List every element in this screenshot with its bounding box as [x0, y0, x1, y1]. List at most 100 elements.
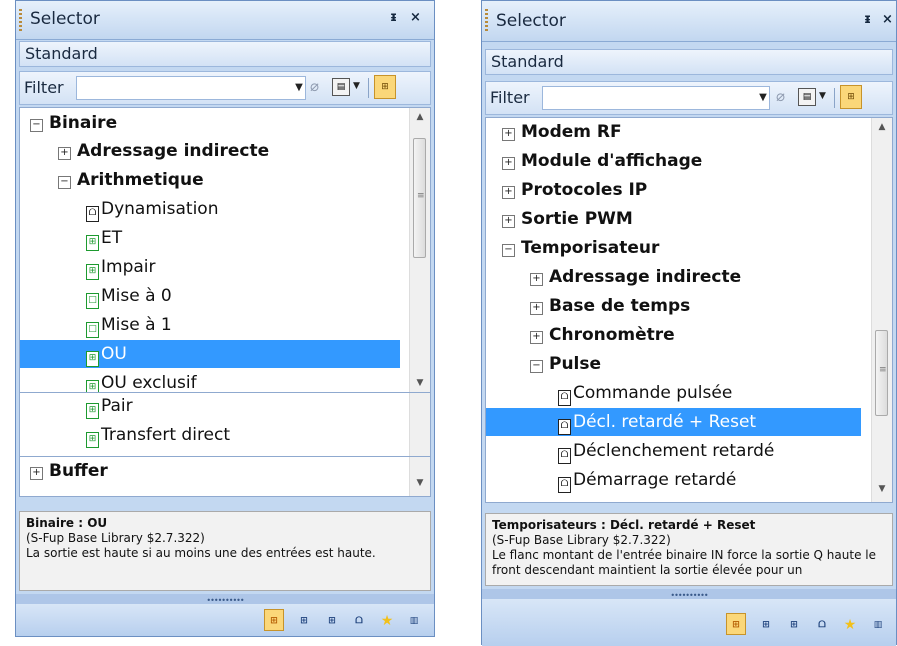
- fbox-c-icon[interactable]: ⊞: [784, 613, 804, 635]
- fbox-b-icon[interactable]: ⊞: [756, 613, 776, 635]
- fbox-a-icon[interactable]: ⊞: [726, 613, 746, 635]
- tree-node[interactable]: − Arithmetique: [58, 166, 204, 194]
- tree-node[interactable]: − Binaire: [30, 109, 117, 137]
- expand-icon[interactable]: +: [530, 273, 543, 286]
- filter-dropdown-icon[interactable]: ▼: [292, 79, 306, 97]
- fbox-a-icon[interactable]: ⊞: [264, 609, 284, 631]
- tree-leaf[interactable]: ᗝ Commande pulsée: [558, 379, 732, 407]
- expand-icon[interactable]: +: [502, 186, 515, 199]
- tree-leaf[interactable]: ⊞ OU exclusif: [86, 369, 197, 392]
- filter-input[interactable]: [76, 76, 306, 100]
- expand-icon[interactable]: +: [502, 157, 515, 170]
- library-tree: − Binaire + Adressage indirecte − Arithmeti…: [19, 107, 431, 393]
- library-icon[interactable]: ▥: [404, 609, 424, 631]
- block-green-icon: ⊞: [86, 432, 99, 448]
- tree-leaf[interactable]: □ Mise à 0: [86, 282, 172, 310]
- tree-scrollbar[interactable]: ▲ ≡ ▼: [409, 108, 430, 392]
- favorites-star-icon[interactable]: ★: [377, 609, 397, 631]
- tree-node[interactable]: − Pulse: [530, 350, 601, 378]
- description-title: Binaire : OU: [26, 516, 108, 530]
- expand-icon[interactable]: +: [58, 147, 71, 160]
- tree-leaf[interactable]: ᗝ Démarrage retardé: [558, 466, 736, 494]
- fbox-c-icon[interactable]: ⊞: [322, 609, 342, 631]
- collapse-icon[interactable]: −: [502, 244, 515, 257]
- library-tree-bottom: + Buffer ▼: [19, 457, 431, 497]
- scroll-thumb[interactable]: ≡: [875, 330, 888, 416]
- properties-dropdown-icon[interactable]: ▼: [353, 81, 360, 91]
- panel-title-bar[interactable]: Selector ᵻ ×: [16, 1, 434, 40]
- tree-node[interactable]: + Modem RF: [502, 118, 622, 146]
- tree-view-icon[interactable]: ⊞: [840, 85, 862, 109]
- fbox-d-icon[interactable]: ᗝ: [349, 609, 369, 631]
- tree-node[interactable]: − Temporisateur: [502, 234, 659, 262]
- favorites-star-icon[interactable]: ★: [840, 613, 860, 635]
- tree-node[interactable]: + Buffer: [30, 457, 108, 485]
- expand-icon[interactable]: +: [502, 215, 515, 228]
- collapse-icon[interactable]: −: [30, 119, 43, 132]
- expand-icon[interactable]: +: [30, 467, 43, 480]
- tree-node[interactable]: + Adressage indirecte: [58, 137, 269, 165]
- tree-node[interactable]: + Protocoles IP: [502, 176, 647, 204]
- tree-scrollbar-lower[interactable]: [409, 393, 430, 456]
- block-green-outline-icon: □: [86, 293, 99, 309]
- panel-title-bar[interactable]: Selector ᵻ ×: [482, 1, 896, 42]
- standard-tab[interactable]: Standard: [485, 49, 893, 75]
- clear-filter-icon[interactable]: ⌀: [310, 77, 319, 95]
- collapse-icon[interactable]: −: [530, 360, 543, 373]
- block-green-icon: ⊞: [86, 351, 99, 367]
- drag-grip[interactable]: [485, 9, 488, 31]
- scroll-down-icon[interactable]: ▼: [410, 478, 430, 488]
- tree-leaf[interactable]: ⊞ Transfert direct: [86, 421, 230, 449]
- description-pane: Temporisateurs : Décl. retardé + Reset (…: [485, 513, 893, 586]
- tree-node[interactable]: + Sortie PWM: [502, 205, 633, 233]
- block-green-icon: ⊞: [86, 403, 99, 419]
- expand-icon[interactable]: +: [530, 331, 543, 344]
- pin-icon[interactable]: ᵻ: [390, 10, 397, 25]
- tree-leaf-selected[interactable]: ᗝ Décl. retardé + Reset: [486, 408, 861, 436]
- scroll-thumb[interactable]: ≡: [413, 138, 426, 258]
- filter-input[interactable]: [542, 86, 770, 110]
- standard-tab[interactable]: Standard: [19, 41, 431, 67]
- properties-icon[interactable]: ▤: [798, 88, 816, 106]
- tree-leaf[interactable]: □ Mise à 1: [86, 311, 172, 339]
- clear-filter-icon[interactable]: ⌀: [776, 87, 785, 105]
- drag-grip[interactable]: [19, 9, 22, 31]
- scroll-up-icon[interactable]: ▲: [872, 122, 892, 132]
- tree-leaf-selected[interactable]: ⊞ OU: [20, 340, 400, 368]
- tree-leaf[interactable]: ᗝ Déclenchement retardé: [558, 437, 774, 465]
- scroll-down-icon[interactable]: ▼: [872, 484, 892, 494]
- tree-node[interactable]: + Module d'affichage: [502, 147, 702, 175]
- tree-node[interactable]: + Chronomètre: [530, 321, 675, 349]
- collapse-icon[interactable]: −: [58, 176, 71, 189]
- scroll-up-icon[interactable]: ▲: [410, 112, 430, 122]
- properties-dropdown-icon[interactable]: ▼: [819, 91, 826, 101]
- filter-label: Filter: [490, 88, 530, 107]
- close-icon[interactable]: ×: [410, 10, 421, 25]
- fbox-b-icon[interactable]: ⊞: [294, 609, 314, 631]
- block-green-icon: ⊞: [86, 380, 99, 392]
- tree-view-icon[interactable]: ⊞: [374, 75, 396, 99]
- expand-icon[interactable]: +: [530, 302, 543, 315]
- expand-icon[interactable]: +: [502, 128, 515, 141]
- fbox-d-icon[interactable]: ᗝ: [812, 613, 832, 635]
- tree-leaf[interactable]: ⊞ Pair: [86, 393, 133, 420]
- tree-node[interactable]: + Base de temps: [530, 292, 690, 320]
- pin-icon[interactable]: ᵻ: [864, 12, 871, 27]
- properties-icon[interactable]: ▤: [332, 78, 350, 96]
- library-icon[interactable]: ▥: [868, 613, 888, 635]
- block-green-icon: ⊞: [86, 235, 99, 251]
- close-icon[interactable]: ×: [882, 12, 893, 27]
- tree-node[interactable]: + Adressage indirecte: [530, 263, 741, 291]
- filter-dropdown-icon[interactable]: ▼: [756, 89, 770, 107]
- tree-scrollbar-bottom[interactable]: ▼: [409, 457, 430, 496]
- tree-scrollbar[interactable]: ▲ ≡ ▼: [871, 118, 892, 502]
- library-tree: + Modem RF + Module d'affichage + Protocole…: [485, 117, 893, 503]
- block-green-icon: ⊞: [86, 264, 99, 280]
- pane-splitter[interactable]: ••••••••••: [16, 594, 434, 605]
- tree-leaf[interactable]: ⊞ ET: [86, 224, 122, 252]
- scroll-down-icon[interactable]: ▼: [410, 378, 430, 388]
- tree-leaf[interactable]: ⊞ Impair: [86, 253, 156, 281]
- library-tree-continued: ⊞ Pair ⊞ Transfert direct: [19, 393, 431, 457]
- tree-leaf[interactable]: ᗝ Dynamisation: [86, 195, 218, 223]
- pane-splitter[interactable]: ••••••••••: [482, 589, 896, 600]
